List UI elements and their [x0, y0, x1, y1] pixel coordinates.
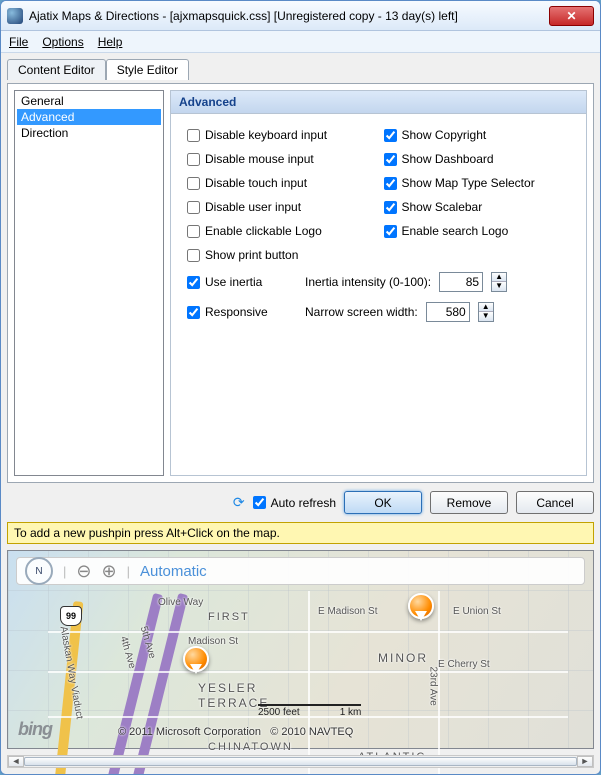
sidebar-item-general[interactable]: General [17, 93, 161, 109]
ok-button[interactable]: OK [344, 491, 422, 514]
check-use-inertia[interactable]: Use inertia [187, 275, 297, 289]
check-show-maptype[interactable]: Show Map Type Selector [384, 176, 571, 190]
check-auto-refresh[interactable]: Auto refresh [253, 496, 336, 510]
map-label: MINOR [378, 651, 428, 665]
settings-pane: Advanced Disable keyboard input Show Cop… [170, 90, 587, 476]
check-disable-keyboard[interactable]: Disable keyboard input [187, 128, 374, 142]
map-copyright: © 2011 Microsoft Corporation © 2010 NAVT… [118, 726, 353, 738]
pushpin-icon[interactable] [183, 646, 209, 672]
body: Content Editor Style Editor General Adva… [1, 53, 600, 774]
menu-file[interactable]: File [9, 35, 28, 49]
zoom-in-icon[interactable]: ⊕ [101, 561, 116, 582]
inertia-input[interactable] [439, 272, 483, 292]
map-toolbar: N | ⊖ ⊕ | Automatic [16, 557, 585, 585]
bing-logo: bing [18, 719, 52, 740]
scroll-left-icon[interactable]: ◄ [8, 756, 24, 767]
settings-body: Disable keyboard input Show Copyright Di… [171, 114, 586, 336]
cancel-button[interactable]: Cancel [516, 491, 594, 514]
map-label: Olive Way [158, 597, 203, 608]
check-show-scalebar[interactable]: Show Scalebar [384, 200, 571, 214]
map-label: E Madison St [318, 606, 377, 617]
map-label: E Union St [453, 606, 501, 617]
button-row: ⟳ Auto refresh OK Remove Cancel [7, 487, 594, 518]
check-disable-user[interactable]: Disable user input [187, 200, 374, 214]
sidebar-item-advanced[interactable]: Advanced [17, 109, 161, 125]
titlebar: Ajatix Maps & Directions - [ajxmapsquick… [1, 1, 600, 31]
check-disable-mouse[interactable]: Disable mouse input [187, 152, 374, 166]
window-title: Ajatix Maps & Directions - [ajxmapsquick… [29, 9, 549, 23]
zoom-out-icon[interactable]: ⊖ [76, 561, 91, 582]
settings-header: Advanced [171, 91, 586, 114]
refresh-icon[interactable]: ⟳ [233, 494, 245, 511]
settings-tree: General Advanced Direction [14, 90, 164, 476]
check-show-print[interactable]: Show print button [187, 248, 374, 262]
check-responsive[interactable]: Responsive [187, 305, 297, 319]
tab-style-editor[interactable]: Style Editor [106, 59, 189, 80]
highway-shield: 99 [60, 606, 82, 626]
map-label: CHINATOWN [208, 741, 293, 753]
close-button[interactable]: ✕ [549, 6, 594, 26]
horizontal-scrollbar[interactable]: ◄ ► [7, 755, 594, 768]
map-label: YESLER [198, 681, 257, 695]
narrow-input[interactable] [426, 302, 470, 322]
menu-help[interactable]: Help [98, 35, 123, 49]
narrow-spinner[interactable]: ▲▼ [478, 302, 494, 322]
scroll-right-icon[interactable]: ► [577, 756, 593, 767]
check-show-copyright[interactable]: Show Copyright [384, 128, 571, 142]
pushpin-hint: To add a new pushpin press Alt+Click on … [7, 522, 594, 544]
sidebar-item-direction[interactable]: Direction [17, 125, 161, 141]
compass-icon[interactable]: N [25, 557, 53, 585]
app-icon [7, 8, 23, 24]
check-disable-touch[interactable]: Disable touch input [187, 176, 374, 190]
map-mode[interactable]: Automatic [140, 563, 207, 580]
check-clickable-logo[interactable]: Enable clickable Logo [187, 224, 374, 238]
map-label: 4th Ave [118, 635, 138, 670]
scroll-thumb[interactable] [24, 757, 577, 766]
check-show-dashboard[interactable]: Show Dashboard [384, 152, 571, 166]
map-label: E Cherry St [438, 659, 490, 670]
map-label: FIRST [208, 611, 250, 623]
narrow-label: Narrow screen width: [305, 305, 418, 319]
style-panel: General Advanced Direction Advanced Disa… [7, 83, 594, 483]
menu-options[interactable]: Options [42, 35, 83, 49]
map-label: 23rd Ave [428, 667, 439, 706]
inertia-label: Inertia intensity (0-100): [305, 275, 431, 289]
menubar: File Options Help [1, 31, 600, 53]
pushpin-icon[interactable] [408, 593, 434, 619]
tab-content-editor[interactable]: Content Editor [7, 59, 106, 80]
app-window: Ajatix Maps & Directions - [ajxmapsquick… [0, 0, 601, 775]
map-scalebar: 2500 feet1 km [258, 704, 361, 718]
remove-button[interactable]: Remove [430, 491, 508, 514]
inertia-spinner[interactable]: ▲▼ [491, 272, 507, 292]
check-search-logo[interactable]: Enable search Logo [384, 224, 571, 238]
tab-strip: Content Editor Style Editor [7, 59, 594, 80]
map-preview[interactable]: Olive Way E Madison St E Union St MINOR … [7, 550, 594, 749]
